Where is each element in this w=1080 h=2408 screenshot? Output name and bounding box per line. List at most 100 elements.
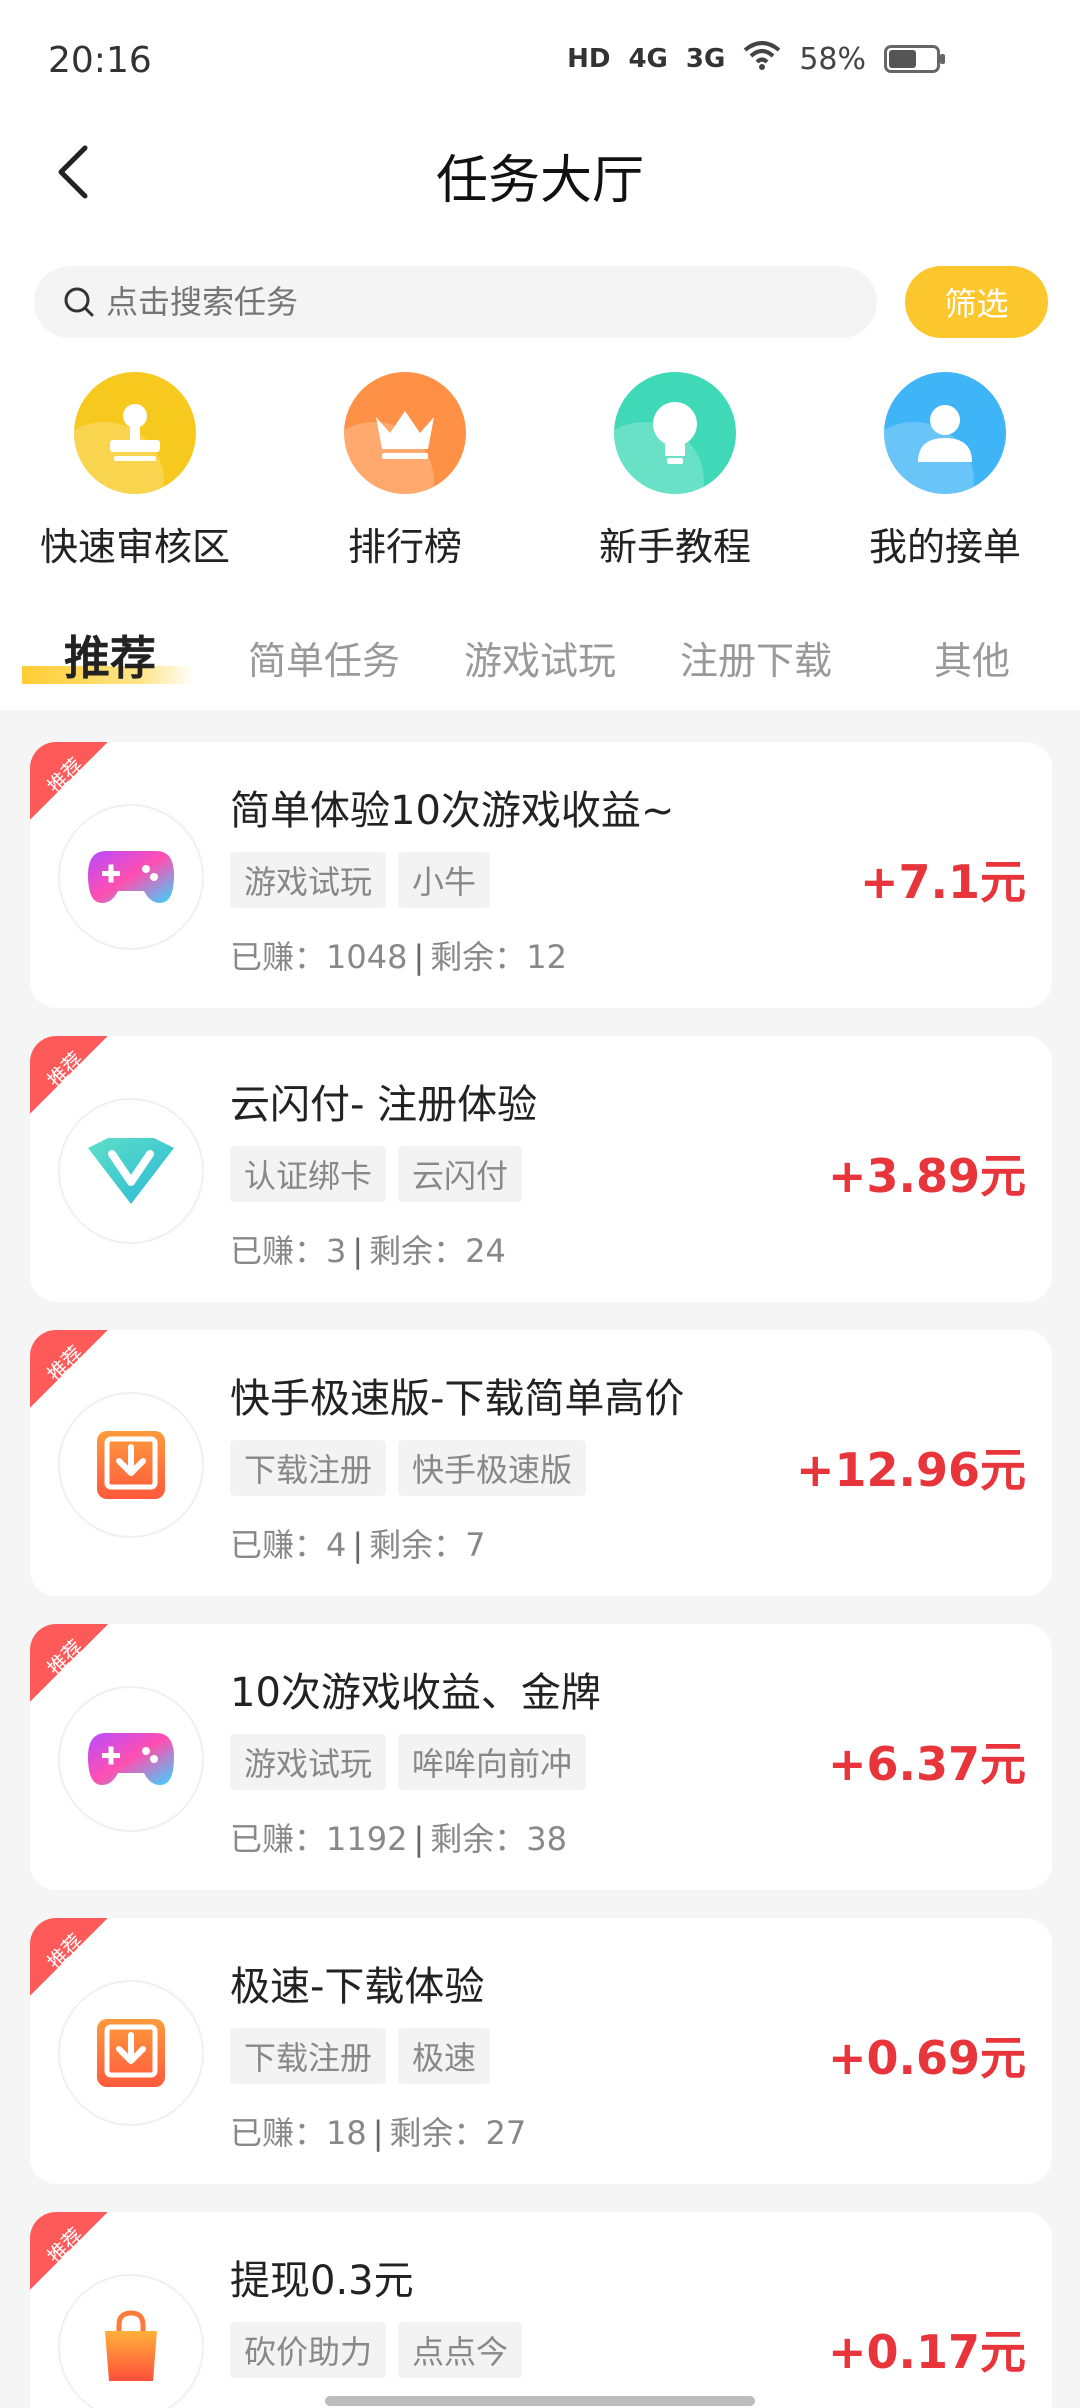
remain-count: 27 — [485, 2114, 527, 2152]
task-card[interactable]: 推荐 提现0.3元 砍价助力 点点今 +0.17元 — [30, 2212, 1052, 2408]
task-title: 极速-下载体验 — [230, 1964, 485, 2010]
task-title: 提现0.3元 — [230, 2258, 414, 2304]
task-list: 推荐 简单体验10次游戏收益~ 游戏试玩 小牛 已赚：1048 | 剩余：12 +7… — [30, 742, 1052, 2408]
earned-label: 已赚： — [230, 1820, 327, 1858]
signal-3g-icon: 3G — [685, 44, 726, 74]
task-card[interactable]: 推荐 云闪付- 注册体验 认证绑卡 云闪付 已赚：3 | 剩余：24 +3.89元 — [30, 1036, 1052, 1302]
task-tag: 下载注册 — [230, 1440, 387, 1496]
stamp-icon — [74, 372, 196, 494]
tab-simple[interactable]: 简单任务 — [248, 630, 400, 685]
quick-label: 我的接单 — [868, 525, 1021, 569]
battery-percent: 58% — [799, 41, 866, 77]
task-card[interactable]: 推荐 极速-下载体验 下载注册 极速 已赚：18 | 剩余：27 +0.69元 — [30, 1918, 1052, 2184]
task-title: 快手极速版-下载简单高价 — [230, 1376, 685, 1422]
v-logo-icon — [58, 1098, 204, 1244]
earned-label: 已赚： — [230, 1526, 327, 1564]
status-time: 20:16 — [48, 40, 152, 81]
download-icon — [58, 1392, 204, 1538]
quick-label: 快速审核区 — [39, 525, 230, 569]
search-bar[interactable] — [34, 266, 877, 338]
signal-4g-icon: 4G — [628, 44, 668, 74]
home-indicator[interactable] — [325, 2396, 755, 2406]
quick-entry-ranking[interactable]: 排行榜 — [270, 372, 540, 571]
quick-entry-fast-review[interactable]: 快速审核区 — [0, 372, 270, 571]
remain-count: 38 — [526, 1820, 567, 1858]
bulb-icon — [614, 372, 736, 494]
tab-register-download[interactable]: 注册下载 — [680, 630, 832, 685]
earned-count: 3 — [326, 1232, 347, 1270]
task-title: 10次游戏收益、金牌 — [230, 1670, 601, 1716]
quick-label: 排行榜 — [347, 525, 462, 569]
page-title: 任务大厅 — [435, 151, 644, 211]
task-reward: +6.37元 — [827, 1737, 1026, 1791]
task-tag: 游戏试玩 — [230, 1734, 387, 1790]
earned-count: 18 — [326, 2114, 367, 2152]
remain-label: 剩余： — [369, 1232, 466, 1270]
task-stats: 已赚：1048 | 剩余：12 — [230, 938, 567, 976]
task-tag: 哞哞向前冲 — [398, 1734, 587, 1790]
task-card[interactable]: 推荐 快手极速版-下载简单高价 下载注册 快手极速版 已赚：4 | 剩余：7 +12… — [30, 1330, 1052, 1596]
crown-icon — [344, 372, 466, 494]
task-reward: +12.96元 — [795, 1443, 1026, 1497]
task-tag: 云闪付 — [398, 1146, 523, 1202]
task-stats: 已赚：18 | 剩余：27 — [230, 2114, 527, 2152]
task-title: 简单体验10次游戏收益~ — [230, 788, 675, 834]
shopping-bag-icon — [58, 2274, 204, 2408]
earned-count: 1048 — [326, 938, 408, 976]
top-panel: 20:16 HD 4G 3G 58% 任务大厅 筛选 快速审核区 排行榜 — [0, 0, 1080, 710]
task-card[interactable]: 推荐 10次游戏收益、金牌 游戏试玩 哞哞向前冲 已赚：1192 | 剩余：38 +… — [30, 1624, 1052, 1890]
tab-game-trial[interactable]: 游戏试玩 — [464, 630, 616, 685]
task-tags: 下载注册 快手极速版 — [230, 1440, 587, 1496]
earned-label: 已赚： — [230, 2114, 327, 2152]
remain-label: 剩余： — [430, 938, 527, 976]
task-tags: 认证绑卡 云闪付 — [230, 1146, 523, 1202]
task-tag: 极速 — [398, 2028, 491, 2084]
task-title: 云闪付- 注册体验 — [230, 1082, 538, 1128]
task-tag: 游戏试玩 — [230, 852, 387, 908]
earned-label: 已赚： — [230, 1232, 327, 1270]
wifi-icon — [743, 40, 781, 78]
task-tag: 点点今 — [398, 2322, 523, 2378]
category-tabs: 推荐 简单任务 游戏试玩 注册下载 其他 — [0, 620, 1080, 692]
task-tag: 小牛 — [398, 852, 491, 908]
task-tag: 认证绑卡 — [230, 1146, 387, 1202]
search-icon — [64, 287, 94, 317]
task-tag: 下载注册 — [230, 2028, 387, 2084]
earned-count: 4 — [326, 1526, 347, 1564]
quick-entry-row: 快速审核区 排行榜 新手教程 我的接单 — [0, 372, 1080, 571]
task-reward: +3.89元 — [827, 1149, 1026, 1203]
task-stats: 已赚：3 | 剩余：24 — [230, 1232, 506, 1270]
remain-count: 12 — [526, 938, 567, 976]
user-icon — [884, 372, 1006, 494]
battery-level — [889, 50, 916, 68]
task-card[interactable]: 推荐 简单体验10次游戏收益~ 游戏试玩 小牛 已赚：1048 | 剩余：12 +7… — [30, 742, 1052, 1008]
task-tags: 游戏试玩 哞哞向前冲 — [230, 1734, 587, 1790]
task-stats: 已赚：4 | 剩余：7 — [230, 1526, 486, 1564]
remain-count: 7 — [465, 1526, 486, 1564]
battery-icon — [884, 45, 945, 73]
task-tags: 游戏试玩 小牛 — [230, 852, 491, 908]
task-reward: +0.17元 — [827, 2325, 1026, 2379]
filter-button[interactable]: 筛选 — [905, 266, 1048, 338]
remain-count: 24 — [465, 1232, 506, 1270]
quick-label: 新手教程 — [598, 525, 751, 569]
task-stats: 已赚：1192 | 剩余：38 — [230, 1820, 567, 1858]
status-icons: HD 4G 3G 58% — [567, 40, 945, 78]
gamepad-icon — [58, 1686, 204, 1832]
search-input[interactable] — [106, 283, 806, 321]
task-reward: +0.69元 — [827, 2031, 1026, 2085]
task-reward: +7.1元 — [859, 855, 1026, 909]
earned-label: 已赚： — [230, 938, 327, 976]
task-tag: 砍价助力 — [230, 2322, 387, 2378]
tab-other[interactable]: 其他 — [934, 630, 1010, 685]
tab-recommend[interactable]: 推荐 — [64, 622, 156, 688]
hd-icon: HD — [567, 44, 611, 74]
earned-count: 1192 — [326, 1820, 408, 1858]
quick-entry-tutorial[interactable]: 新手教程 — [540, 372, 810, 571]
task-tags: 砍价助力 点点今 — [230, 2322, 523, 2378]
quick-entry-my-orders[interactable]: 我的接单 — [810, 372, 1080, 571]
remain-label: 剩余： — [389, 2114, 486, 2152]
download-icon — [58, 1980, 204, 2126]
remain-label: 剩余： — [430, 1820, 527, 1858]
remain-label: 剩余： — [369, 1526, 466, 1564]
